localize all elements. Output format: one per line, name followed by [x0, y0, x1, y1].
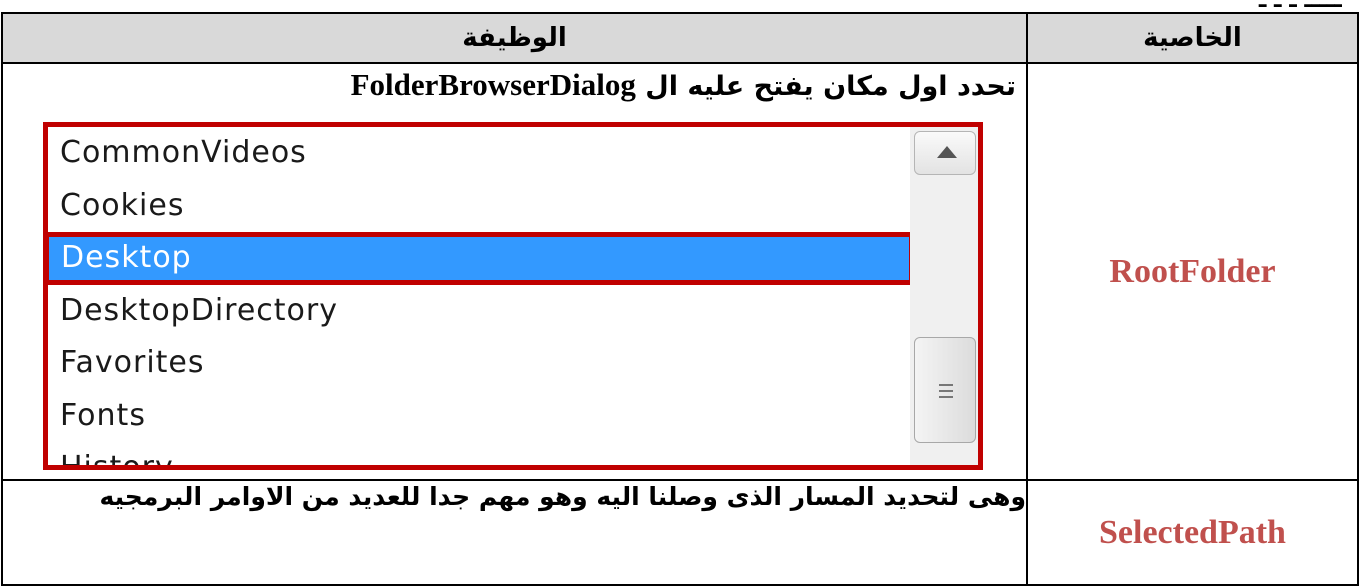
list-item[interactable]: Favorites — [48, 337, 908, 390]
rootfolder-description-term: FolderBrowserDialog — [350, 67, 636, 102]
grip-line-icon — [939, 390, 953, 392]
rootfolder-description-cell: تحدد اول مكان يفتح عليه ال FolderBrowser… — [1, 62, 1028, 481]
scroll-thumb[interactable] — [914, 337, 976, 443]
list-item[interactable]: Fonts — [48, 390, 908, 443]
listbox-items: CommonVideos Cookies Desktop DesktopDire… — [48, 127, 914, 465]
list-item[interactable]: History — [48, 442, 908, 465]
property-name-selectedpath: SelectedPath — [1026, 479, 1359, 586]
table-header-row: الوظيفة الخاصية — [1, 12, 1359, 64]
cropped-heading-remnant: ـــــ ـ ـ ـ — [1022, 0, 1342, 8]
list-item[interactable]: Cookies — [48, 180, 908, 233]
special-folder-listbox[interactable]: CommonVideos Cookies Desktop DesktopDire… — [43, 122, 983, 470]
list-item-selected[interactable]: Desktop — [48, 232, 914, 285]
properties-table: الوظيفة الخاصية تحدد اول مكان يفتح عليه … — [1, 12, 1359, 586]
grip-line-icon — [939, 396, 953, 398]
property-name-rootfolder: RootFolder — [1026, 62, 1359, 481]
table-row-selectedpath: وهى لتحديد المسار الذى وصلنا اليه وهو مه… — [1, 479, 1359, 586]
header-function: الوظيفة — [1, 12, 1028, 64]
list-item[interactable]: DesktopDirectory — [48, 285, 908, 338]
rootfolder-description-text: تحدد اول مكان يفتح عليه ال — [645, 71, 1016, 102]
rootfolder-description: تحدد اول مكان يفتح عليه ال FolderBrowser… — [3, 64, 1026, 104]
vertical-scrollbar[interactable] — [910, 127, 978, 465]
grip-line-icon — [939, 384, 953, 386]
scroll-up-arrow-icon[interactable] — [914, 131, 976, 175]
selectedpath-description: وهى لتحديد المسار الذى وصلنا اليه وهو مه… — [1, 479, 1028, 586]
header-property: الخاصية — [1026, 12, 1359, 64]
table-row-rootfolder: تحدد اول مكان يفتح عليه ال FolderBrowser… — [1, 62, 1359, 481]
list-item[interactable]: CommonVideos — [48, 127, 908, 180]
